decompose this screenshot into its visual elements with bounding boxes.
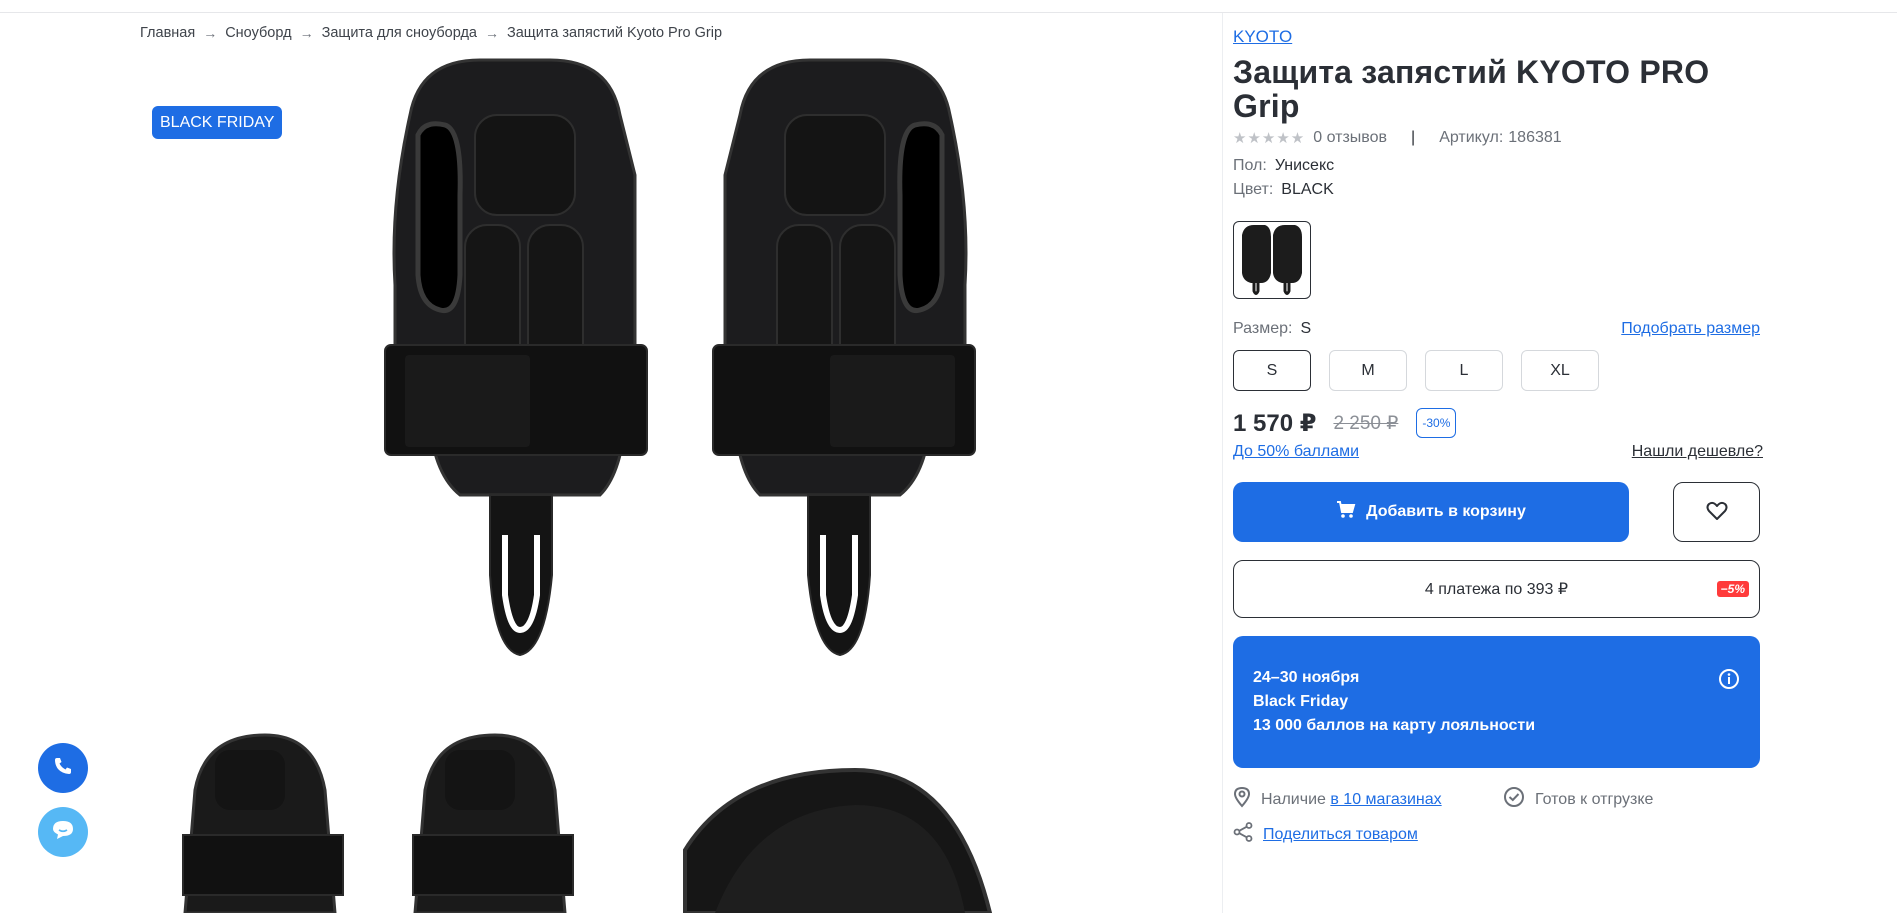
breadcrumb-arrow-icon: → bbox=[484, 25, 499, 41]
breadcrumb-snowboard[interactable]: Сноуборд bbox=[225, 25, 291, 41]
heart-icon bbox=[1706, 501, 1728, 524]
ready-label: Готов к отгрузке bbox=[1535, 790, 1654, 808]
availability-stores-link[interactable]: в 10 магазинах bbox=[1330, 791, 1441, 808]
size-option-l[interactable]: L bbox=[1425, 350, 1503, 391]
availability-row: Наличие в 10 магазинах bbox=[1233, 786, 1442, 813]
ready-status: Готов к отгрузке bbox=[1503, 786, 1653, 813]
size-selected-value: S bbox=[1300, 320, 1312, 337]
color-swatch-black[interactable] bbox=[1233, 221, 1311, 299]
right-wrist-guard bbox=[712, 58, 976, 657]
promo-name: Black Friday bbox=[1253, 693, 1349, 710]
share-label: Поделиться товаром bbox=[1263, 825, 1418, 843]
location-pin-icon bbox=[1233, 786, 1251, 813]
size-option-s[interactable]: S bbox=[1233, 350, 1311, 391]
brand-link[interactable]: KYOTO bbox=[1233, 27, 1292, 47]
size-option-xl[interactable]: XL bbox=[1521, 350, 1599, 391]
call-button[interactable] bbox=[38, 743, 88, 793]
installments-badge: −5% bbox=[1716, 581, 1749, 597]
discount-badge: -30% bbox=[1416, 408, 1457, 438]
promo-banner: 24–30 ноября Black Friday 13 000 баллов … bbox=[1233, 636, 1760, 768]
size-guide-link[interactable]: Подобрать размер bbox=[1621, 320, 1760, 338]
breadcrumb-current: Защита запястий Kyoto Pro Grip bbox=[506, 25, 723, 41]
breadcrumb-arrow-icon: → bbox=[299, 25, 314, 41]
left-wrist-guard bbox=[384, 58, 648, 657]
current-price: 1 570 ₽ bbox=[1233, 409, 1317, 437]
installments-button[interactable]: 4 платежа по 393 ₽ −5% bbox=[1233, 560, 1760, 618]
cart-icon bbox=[1336, 500, 1356, 524]
chat-button[interactable] bbox=[38, 807, 88, 857]
thumbnail-1 bbox=[182, 733, 344, 913]
color-label: Цвет: bbox=[1233, 181, 1274, 198]
breadcrumb: Главная → Сноуборд → Защита для сноуборд… bbox=[140, 25, 722, 41]
chat-bubble-icon bbox=[51, 819, 75, 846]
header-divider bbox=[0, 12, 1897, 13]
breadcrumb-home[interactable]: Главная bbox=[140, 25, 195, 41]
size-option-m[interactable]: M bbox=[1329, 350, 1407, 391]
size-label: Размер: bbox=[1233, 320, 1293, 337]
found-cheaper-link[interactable]: Нашли дешевле? bbox=[1632, 443, 1763, 461]
thumbnail-2 bbox=[412, 733, 574, 913]
reviews-count[interactable]: 0 отзывов bbox=[1313, 129, 1387, 147]
gender-label: Пол: bbox=[1233, 157, 1267, 174]
price-row: 1 570 ₽ 2 250 ₽ -30% bbox=[1233, 408, 1457, 438]
article-number: 186381 bbox=[1508, 129, 1562, 146]
installments-label: 4 платежа по 393 ₽ bbox=[1424, 581, 1569, 598]
gallery-thumbnails bbox=[175, 730, 1135, 913]
column-divider bbox=[1222, 13, 1223, 913]
gender-attribute: Пол: Унисекс bbox=[1233, 157, 1334, 175]
share-link[interactable]: Поделиться товаром bbox=[1233, 822, 1418, 847]
old-price: 2 250 ₽ bbox=[1333, 412, 1399, 434]
rating-row: ★★★★★ 0 отзывов | Артикул: 186381 bbox=[1233, 129, 1562, 147]
phone-icon bbox=[53, 756, 73, 781]
breadcrumb-protection[interactable]: Защита для сноуборда bbox=[322, 25, 477, 41]
share-icon bbox=[1233, 822, 1253, 847]
add-to-cart-label: Добавить в корзину bbox=[1366, 503, 1526, 520]
color-value: BLACK bbox=[1281, 181, 1334, 198]
star-rating-icon: ★★★★★ bbox=[1233, 130, 1306, 147]
add-to-cart-button[interactable]: Добавить в корзину bbox=[1233, 482, 1629, 542]
promo-text: 13 000 баллов на карту лояльности bbox=[1253, 717, 1536, 734]
size-row: Размер: S Подобрать размер bbox=[1233, 320, 1760, 338]
size-options: S M L XL bbox=[1233, 350, 1599, 391]
product-main-image[interactable] bbox=[370, 55, 990, 725]
bonus-link[interactable]: До 50% баллами bbox=[1233, 443, 1359, 461]
product-title: Защита запястий KYOTO PRO Grip bbox=[1233, 54, 1710, 124]
meta-separator: | bbox=[1411, 129, 1416, 146]
article-label: Артикул: bbox=[1439, 129, 1504, 146]
availability-label: Наличие bbox=[1261, 790, 1326, 808]
promo-dates: 24–30 ноября bbox=[1253, 669, 1360, 686]
black-friday-badge: BLACK FRIDAY bbox=[152, 106, 283, 139]
breadcrumb-arrow-icon: → bbox=[203, 25, 218, 41]
color-attribute: Цвет: BLACK bbox=[1233, 181, 1334, 199]
thumbnail-3 bbox=[683, 767, 993, 913]
gender-value: Унисекс bbox=[1274, 157, 1335, 174]
check-circle-icon bbox=[1503, 786, 1525, 813]
info-icon[interactable] bbox=[1718, 668, 1740, 698]
favorite-button[interactable] bbox=[1673, 482, 1760, 542]
